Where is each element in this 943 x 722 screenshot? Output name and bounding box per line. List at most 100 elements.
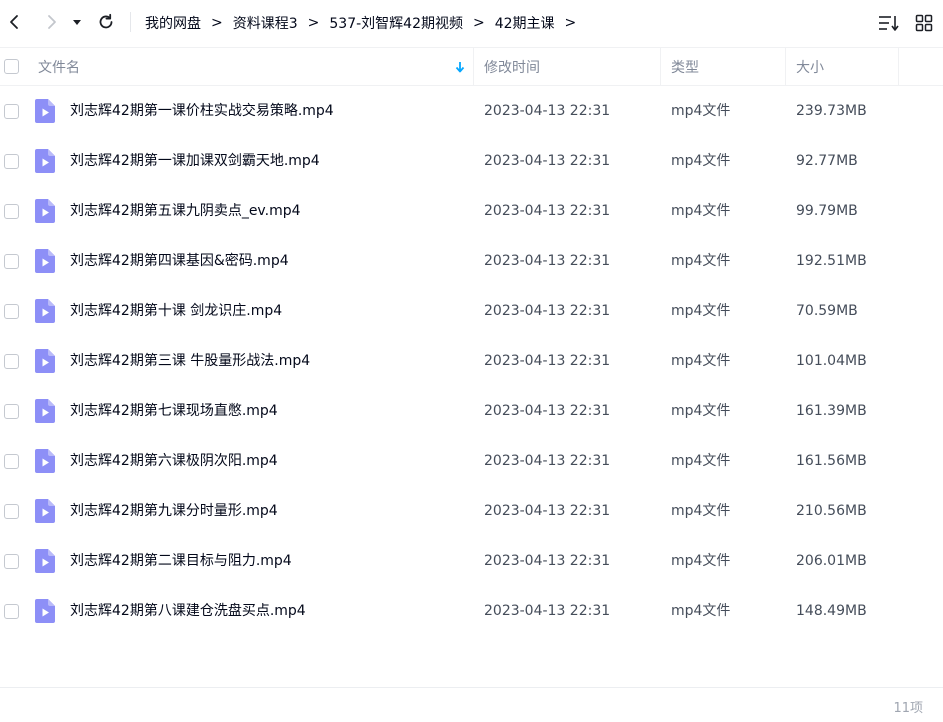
refresh-icon (99, 13, 113, 29)
file-type: mp4文件 (671, 103, 731, 119)
video-file-icon (35, 599, 55, 623)
file-modified-time: 2023-04-13 22:31 (484, 503, 611, 519)
column-header-type[interactable]: 类型 (671, 48, 699, 85)
file-size: 239.73MB (796, 103, 867, 119)
file-size: 192.51MB (796, 253, 867, 269)
column-header-size-label: 大小 (796, 59, 824, 76)
column-header-name[interactable]: 文件名 (38, 48, 80, 85)
video-file-icon (35, 299, 55, 323)
row-checkbox[interactable] (4, 254, 19, 269)
table-row[interactable]: 刘志辉42期第七课现场直憋.mp4 2023-04-13 22:31 mp4文件 16… (0, 386, 943, 436)
table-row[interactable]: 刘志辉42期第五课九阴卖点_ev.mp4 2023-04-13 22:31 mp4文… (0, 186, 943, 236)
chevron-right-icon (48, 15, 56, 29)
grid-view-button[interactable] (913, 12, 935, 34)
file-modified-time: 2023-04-13 22:31 (484, 553, 611, 569)
video-file-icon (35, 499, 55, 523)
file-type: mp4文件 (671, 253, 731, 269)
breadcrumb-separator: > (472, 15, 485, 31)
file-name[interactable]: 刘志辉42期第一课价柱实战交易策略.mp4 (70, 86, 334, 136)
table-row[interactable]: 刘志辉42期第四课基因&密码.mp4 2023-04-13 22:31 mp4文件 1… (0, 236, 943, 286)
video-file-icon (35, 199, 55, 223)
row-checkbox[interactable] (4, 604, 19, 619)
file-type: mp4文件 (671, 303, 731, 319)
file-name[interactable]: 刘志辉42期第六课极阴次阳.mp4 (70, 436, 278, 486)
table-row[interactable]: 刘志辉42期第九课分时量形.mp4 2023-04-13 22:31 mp4文件 21… (0, 486, 943, 536)
table-row[interactable]: 刘志辉42期第六课极阴次阳.mp4 2023-04-13 22:31 mp4文件 16… (0, 436, 943, 486)
file-size: 92.77MB (796, 153, 858, 169)
file-size: 161.39MB (796, 403, 867, 419)
file-manager-window: 我的网盘 > 资料课程3 > 537-刘智辉42期视频 > 42期主课 > 文件… (0, 0, 943, 722)
file-list-header: 文件名 修改时间 类型 大小 (0, 47, 943, 86)
file-name[interactable]: 刘志辉42期第三课 牛股量形战法.mp4 (70, 336, 310, 386)
file-type: mp4文件 (671, 453, 731, 469)
column-header-type-label: 类型 (671, 59, 699, 76)
row-checkbox[interactable] (4, 204, 19, 219)
grid-view-icon (915, 14, 933, 32)
file-size: 161.56MB (796, 453, 867, 469)
row-checkbox[interactable] (4, 404, 19, 419)
row-checkbox[interactable] (4, 454, 19, 469)
table-row[interactable]: 刘志辉42期第一课加课双剑霸天地.mp4 2023-04-13 22:31 mp4文… (0, 136, 943, 186)
sort-icon (879, 16, 899, 31)
file-size: 70.59MB (796, 303, 858, 319)
file-modified-time: 2023-04-13 22:31 (484, 253, 611, 269)
video-file-icon (35, 449, 55, 473)
file-modified-time: 2023-04-13 22:31 (484, 153, 611, 169)
file-name[interactable]: 刘志辉42期第八课建仓洗盘买点.mp4 (70, 586, 306, 636)
file-modified-time: 2023-04-13 22:31 (484, 103, 611, 119)
row-checkbox[interactable] (4, 354, 19, 369)
table-row[interactable]: 刘志辉42期第八课建仓洗盘买点.mp4 2023-04-13 22:31 mp4文件… (0, 586, 943, 636)
chevron-left-icon (10, 15, 18, 29)
file-name[interactable]: 刘志辉42期第五课九阴卖点_ev.mp4 (70, 186, 301, 236)
video-file-icon (35, 99, 55, 123)
breadcrumb-item-folder[interactable]: 537-刘智辉42期视频 (329, 13, 463, 33)
column-divider (898, 48, 899, 85)
row-checkbox[interactable] (4, 304, 19, 319)
item-count: 11项 (893, 701, 923, 716)
column-header-name-label: 文件名 (38, 59, 80, 76)
file-type: mp4文件 (671, 403, 731, 419)
select-all-checkbox[interactable] (4, 59, 19, 74)
file-modified-time: 2023-04-13 22:31 (484, 303, 611, 319)
breadcrumb-separator: > (211, 15, 223, 31)
breadcrumb: 我的网盘 > 资料课程3 > 537-刘智辉42期视频 > 42期主课 > (145, 0, 586, 46)
caret-down-icon (73, 20, 81, 25)
table-row[interactable]: 刘志辉42期第二课目标与阻力.mp4 2023-04-13 22:31 mp4文件 2… (0, 536, 943, 586)
row-checkbox[interactable] (4, 104, 19, 119)
file-type: mp4文件 (671, 603, 731, 619)
file-modified-time: 2023-04-13 22:31 (484, 453, 611, 469)
video-file-icon (35, 399, 55, 423)
refresh-button[interactable] (95, 11, 117, 33)
row-checkbox[interactable] (4, 154, 19, 169)
column-header-size[interactable]: 大小 (796, 48, 824, 85)
history-dropdown-button[interactable] (69, 11, 85, 33)
file-modified-time: 2023-04-13 22:31 (484, 203, 611, 219)
file-size: 206.01MB (796, 553, 867, 569)
sort-button[interactable] (878, 12, 900, 34)
table-row[interactable]: 刘志辉42期第三课 牛股量形战法.mp4 2023-04-13 22:31 mp4文… (0, 336, 943, 386)
column-header-modified[interactable]: 修改时间 (484, 48, 540, 85)
file-name[interactable]: 刘志辉42期第四课基因&密码.mp4 (70, 236, 289, 286)
file-size: 210.56MB (796, 503, 867, 519)
file-name[interactable]: 刘志辉42期第十课 剑龙识庄.mp4 (70, 286, 282, 336)
breadcrumb-item-root[interactable]: 我的网盘 (145, 13, 201, 33)
breadcrumb-item-folder[interactable]: 资料课程3 (233, 13, 298, 33)
file-name[interactable]: 刘志辉42期第七课现场直憋.mp4 (70, 386, 278, 436)
file-name[interactable]: 刘志辉42期第九课分时量形.mp4 (70, 486, 278, 536)
column-header-modified-label: 修改时间 (484, 59, 540, 76)
breadcrumb-item-current[interactable]: 42期主课 (495, 13, 555, 33)
back-button[interactable] (3, 11, 25, 33)
file-name[interactable]: 刘志辉42期第二课目标与阻力.mp4 (70, 536, 292, 586)
file-modified-time: 2023-04-13 22:31 (484, 603, 611, 619)
file-type: mp4文件 (671, 503, 731, 519)
forward-button[interactable] (41, 11, 63, 33)
video-file-icon (35, 249, 55, 273)
table-row[interactable]: 刘志辉42期第十课 剑龙识庄.mp4 2023-04-13 22:31 mp4文件 7… (0, 286, 943, 336)
file-modified-time: 2023-04-13 22:31 (484, 353, 611, 369)
row-checkbox[interactable] (4, 554, 19, 569)
file-modified-time: 2023-04-13 22:31 (484, 403, 611, 419)
row-checkbox[interactable] (4, 504, 19, 519)
file-name[interactable]: 刘志辉42期第一课加课双剑霸天地.mp4 (70, 136, 320, 186)
table-row[interactable]: 刘志辉42期第一课价柱实战交易策略.mp4 2023-04-13 22:31 mp4… (0, 86, 943, 136)
sort-direction-indicator[interactable] (454, 48, 466, 85)
